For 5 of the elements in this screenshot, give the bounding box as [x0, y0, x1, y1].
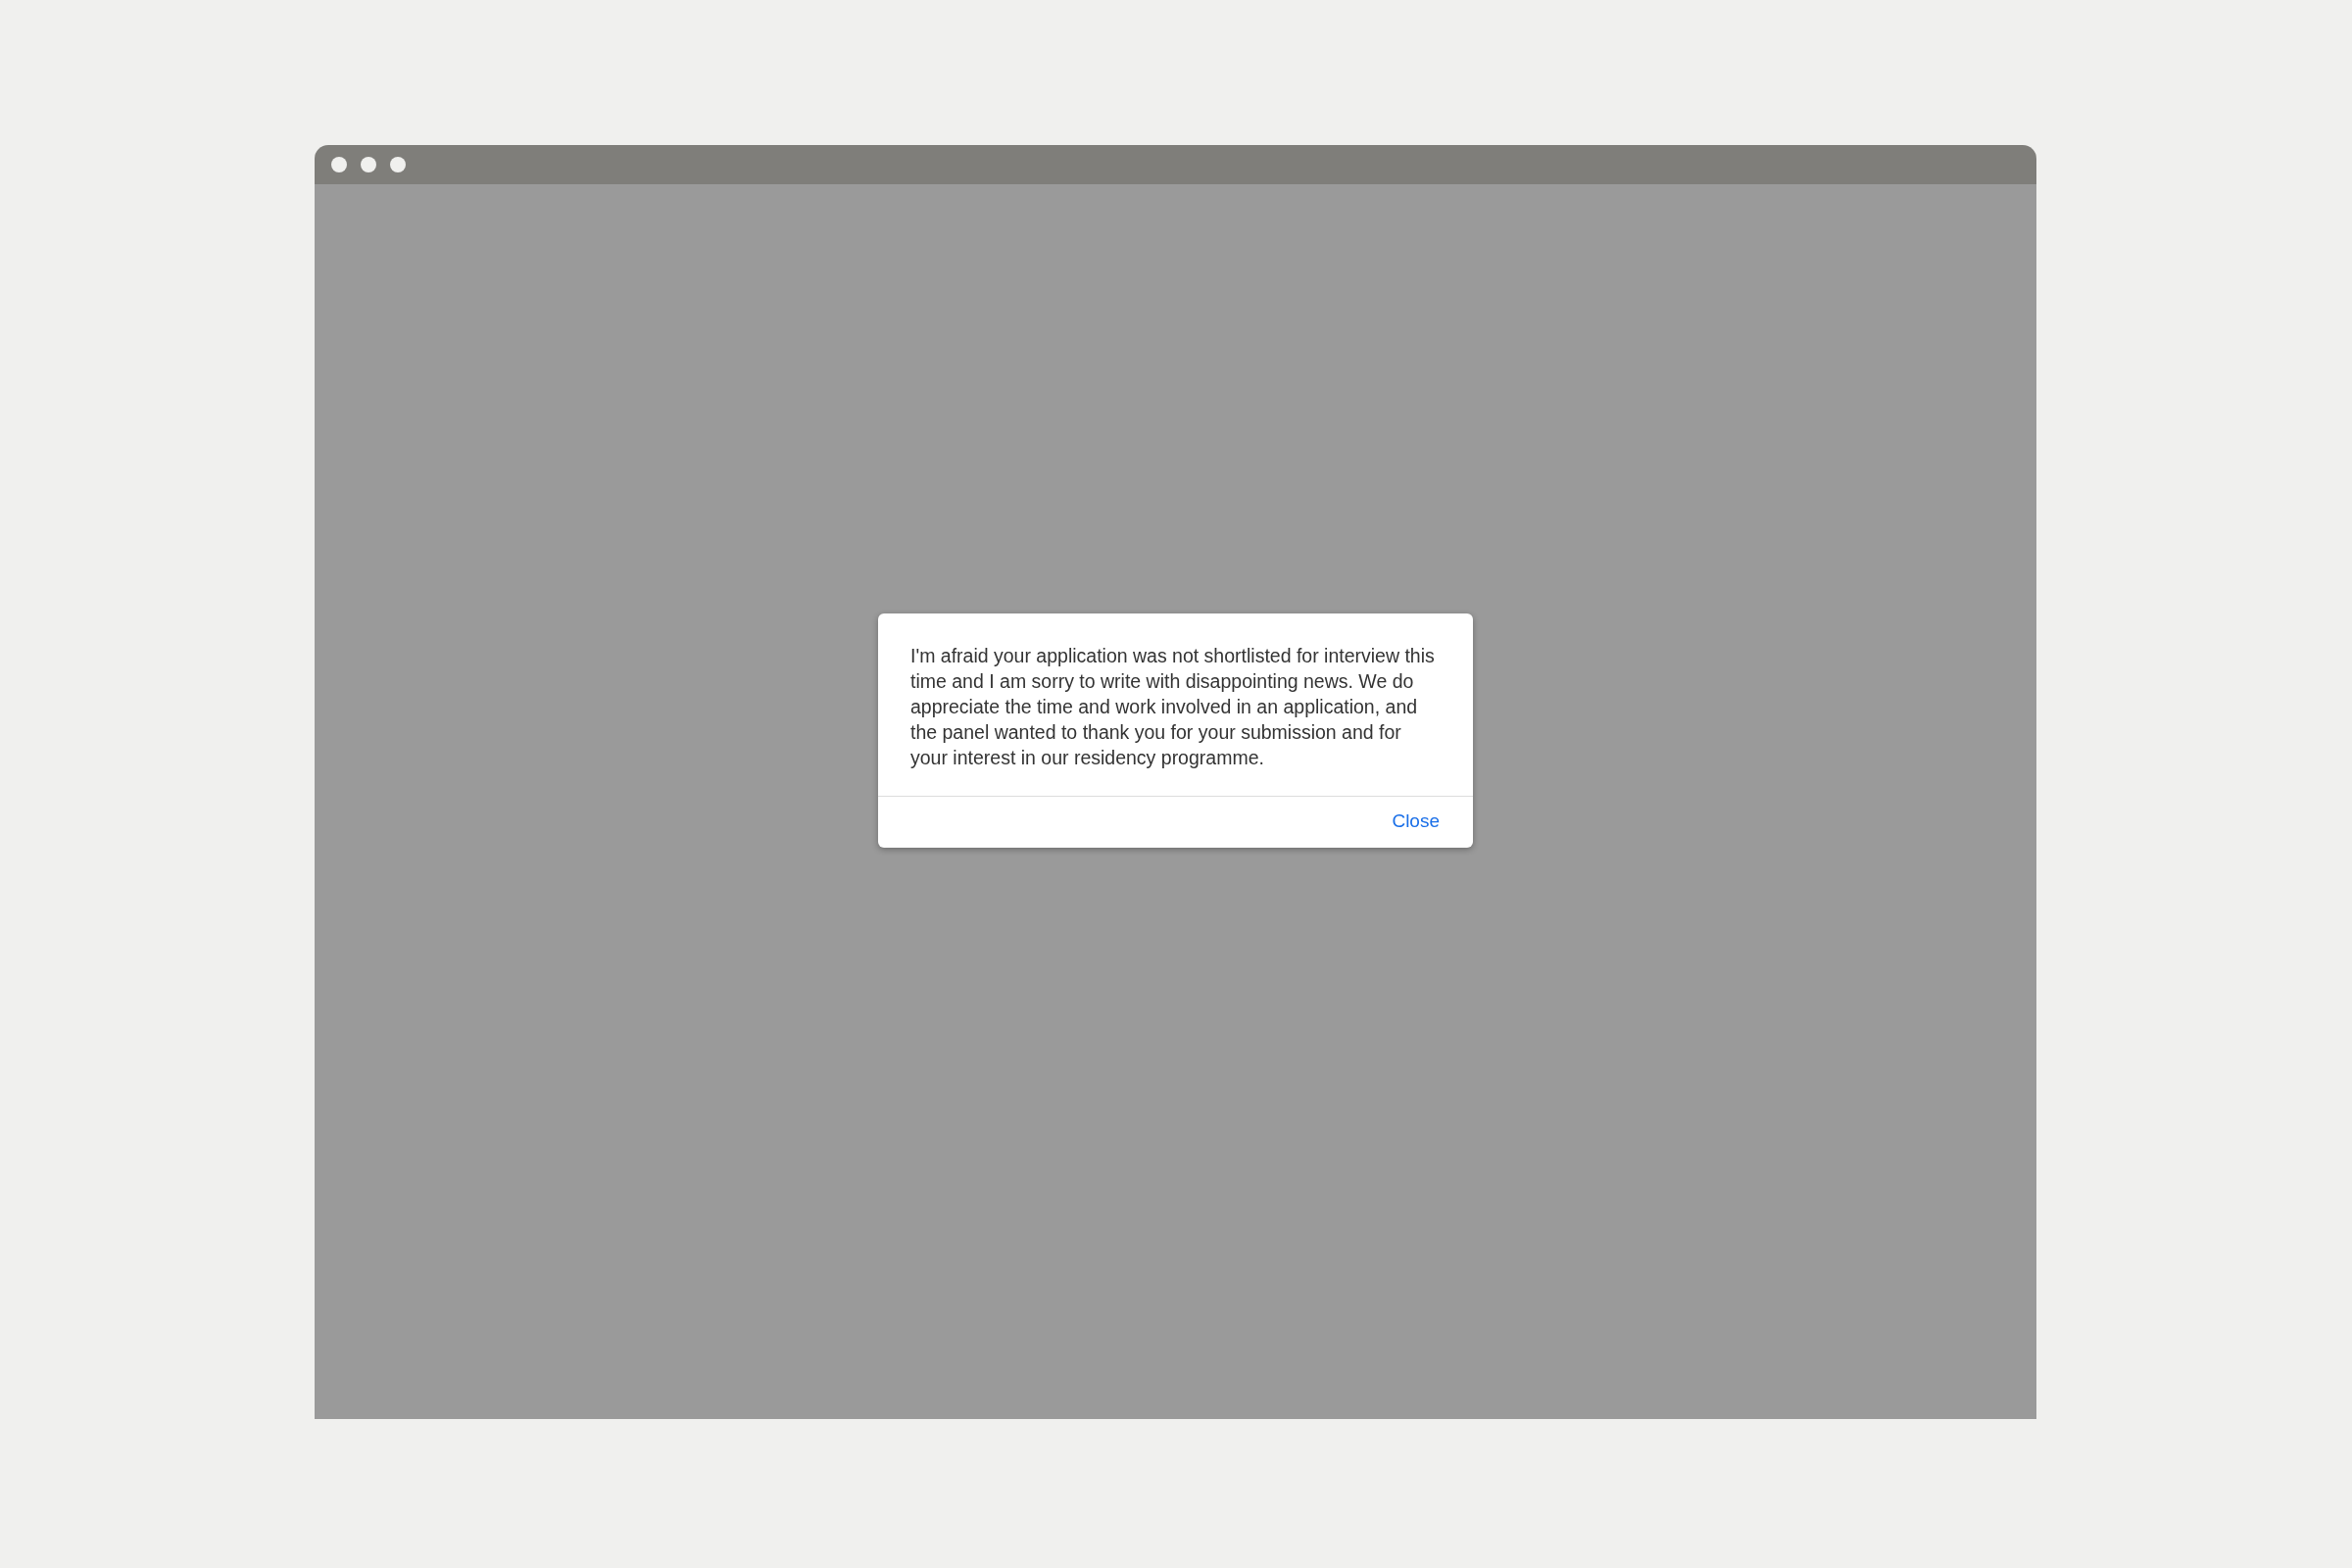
- close-button[interactable]: Close: [1388, 808, 1444, 834]
- dialog-message: I'm afraid your application was not shortlisted for interview this time and I am sorry to write with disappointing news. We do appreciate the time and work involved in an application, and the panel wanted to thank you for your submission and for your interest in our residency programme.: [909, 644, 1436, 770]
- window-control-icon[interactable]: [331, 157, 347, 172]
- window-control-icon[interactable]: [390, 157, 406, 172]
- window-control-icon[interactable]: [361, 157, 376, 172]
